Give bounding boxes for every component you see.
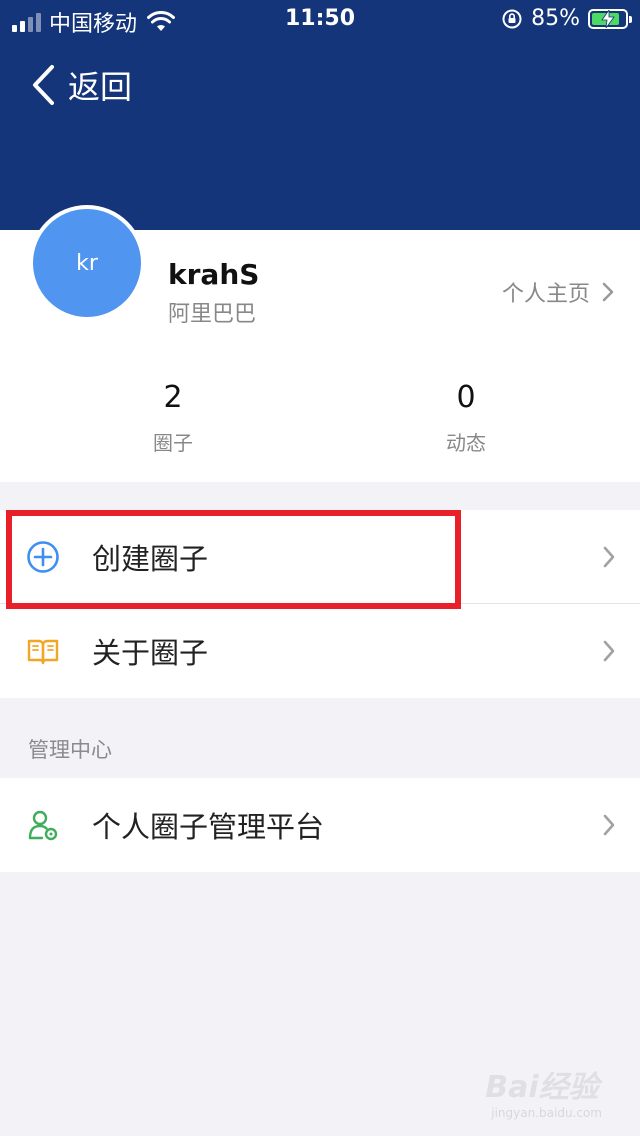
battery-percent: 85% [531,6,580,31]
about-circle-row[interactable]: 关于圈子 [0,604,640,698]
stat-label: 动态 [446,431,486,455]
chevron-right-icon [602,282,614,302]
about-circle-label: 关于圈子 [92,636,209,670]
battery-icon [588,8,632,29]
watermark-logo: Bai经验 [485,1070,599,1105]
stat-label: 圈子 [153,431,193,455]
stat-posts[interactable]: 0 动态 [406,380,526,456]
chevron-right-icon [603,640,615,662]
stat-value: 2 [163,380,183,415]
back-button[interactable]: 返回 [30,62,132,108]
management-section-title: 管理中心 [28,738,112,762]
status-right: 85% [501,6,632,31]
watermark: Bai经验 jingyan.baidu.com [485,1062,602,1120]
company-name: 阿里巴巴 [168,302,257,327]
charging-bolt-icon [601,9,615,28]
book-icon [27,639,59,665]
top-header: 中国移动 11:50 85% 返回 [0,0,640,230]
management-platform-label: 个人圈子管理平台 [92,810,325,844]
stat-circles[interactable]: 2 圈子 [113,380,233,456]
chevron-right-icon [603,546,615,568]
stat-value: 0 [456,380,476,415]
homepage-label: 个人主页 [501,282,590,307]
management-platform-row[interactable]: 个人圈子管理平台 [0,778,640,872]
chevron-left-icon [33,65,54,105]
avatar[interactable]: kr [29,205,145,321]
status-bar: 中国移动 11:50 85% [0,0,640,40]
highlight-annotation-box [6,510,461,609]
rotation-lock-icon [502,9,522,28]
user-settings-icon [28,810,58,841]
homepage-link[interactable]: 个人主页 [502,276,614,308]
username: krahS [168,258,260,291]
chevron-right-icon [603,814,615,836]
avatar-circle: kr [33,209,141,317]
avatar-initials: kr [76,250,98,276]
back-label: 返回 [68,68,133,106]
watermark-url: jingyan.baidu.com [491,1106,602,1120]
